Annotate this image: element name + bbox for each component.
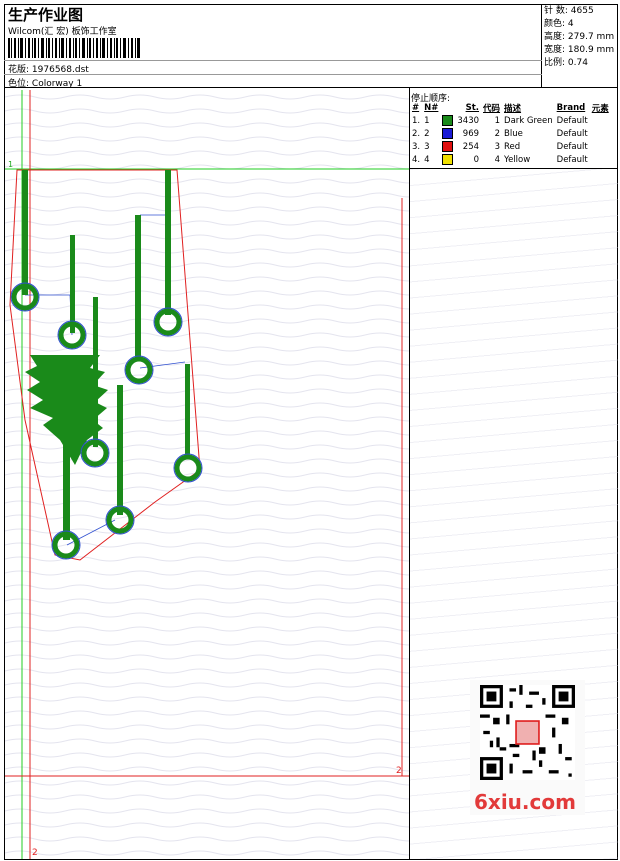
col-swatch xyxy=(440,102,455,114)
row-code: 1 xyxy=(494,115,501,126)
spec-value: 0.74 xyxy=(567,58,588,68)
header-divider xyxy=(4,87,618,88)
red-marker-label-right: 2 xyxy=(396,766,402,776)
barcode xyxy=(8,38,140,58)
row-brand: Default xyxy=(556,128,588,139)
row-stitches: 969 xyxy=(462,128,480,139)
page-title: 生产作业图 xyxy=(8,6,84,24)
table-row: 1. 1 3430 1 Dark Green Default xyxy=(410,114,611,127)
row-brand: Default xyxy=(556,141,588,152)
row-swatch xyxy=(440,127,455,140)
colorway-row: 色位: Colorway 1 xyxy=(8,76,82,89)
row-brand: Default xyxy=(556,115,588,126)
company-name: Wilcom(汇 宏) 板饰工作室 xyxy=(8,27,117,37)
row-swatch xyxy=(440,153,455,166)
watermark-site: 6xiu.com xyxy=(474,790,576,814)
color-swatch xyxy=(442,141,454,152)
stem xyxy=(135,215,141,360)
row-index: 3. xyxy=(412,141,421,152)
color-swatch xyxy=(442,154,454,165)
row-code: 4 xyxy=(494,154,501,165)
spec-colors: 颜色: 4 xyxy=(544,18,574,31)
row-brand: Default xyxy=(556,154,588,165)
thread-table-header: # N# St. 代码 描述 Brand 元素 xyxy=(410,102,611,114)
stem xyxy=(70,235,75,333)
color-swatch xyxy=(442,115,454,126)
spec-stitches: 针 数: 4655 xyxy=(544,5,594,18)
row-desc: Yellow xyxy=(504,154,531,165)
spec-scale: 比例: 0.74 xyxy=(544,57,588,70)
row-code: 3 xyxy=(494,141,501,152)
row-element xyxy=(590,114,611,127)
spec-label: 针 数: xyxy=(544,6,568,16)
spec-divider xyxy=(541,4,542,88)
row-n: 3 xyxy=(424,141,430,152)
colorway-value: Colorway 1 xyxy=(31,79,83,89)
embroidery-design-canvas xyxy=(5,90,409,859)
col-code: 代码 xyxy=(483,104,501,114)
col-stitches: St. xyxy=(465,103,480,113)
watermark: 6xiu.com xyxy=(470,680,585,815)
col-desc: 描述 xyxy=(504,104,522,114)
col-n: N# xyxy=(424,103,439,113)
spec-label: 宽度: xyxy=(544,45,566,55)
row-element xyxy=(590,140,611,153)
stem xyxy=(165,170,171,315)
table-row: 4. 4 0 4 Yellow Default xyxy=(410,153,611,166)
row-stitches: 3430 xyxy=(457,115,480,126)
spec-label: 高度: xyxy=(544,32,566,42)
row-desc: Red xyxy=(504,141,521,152)
spec-label: 比例: xyxy=(544,58,566,68)
spec-value: 279.7 mm xyxy=(567,32,615,42)
qr-code-icon xyxy=(480,685,575,780)
row-desc: Blue xyxy=(504,128,523,139)
stem xyxy=(185,364,190,459)
spec-label: 颜色: xyxy=(544,19,566,29)
design-label: 花版: xyxy=(8,65,30,75)
design-value: 1976568.dst xyxy=(31,65,89,75)
spec-value: 180.9 mm xyxy=(567,45,615,55)
col-brand: Brand xyxy=(556,103,586,113)
row-n: 2 xyxy=(424,128,430,139)
colorway-label: 色位: xyxy=(8,79,30,89)
thread-table: # N# St. 代码 描述 Brand 元素 1. 1 3430 1 Dark… xyxy=(410,102,611,166)
row-index: 2. xyxy=(412,128,421,139)
green-marker-label: 1 xyxy=(8,160,14,169)
table-row: 3. 3 254 3 Red Default xyxy=(410,140,611,153)
meta-divider xyxy=(4,60,542,61)
row-index: 1. xyxy=(412,115,421,126)
row-n: 1 xyxy=(424,115,430,126)
row-code: 2 xyxy=(494,128,501,139)
row-swatch xyxy=(440,114,455,127)
red-marker-label-bottom: 2 xyxy=(32,848,38,858)
spec-width: 宽度: 180.9 mm xyxy=(544,44,614,57)
row-index: 4. xyxy=(412,154,421,165)
table-row: 2. 2 969 2 Blue Default xyxy=(410,127,611,140)
stem xyxy=(22,170,28,295)
row-n: 4 xyxy=(424,154,430,165)
col-hash: # xyxy=(412,103,420,113)
spec-height: 高度: 279.7 mm xyxy=(544,31,614,44)
color-swatch xyxy=(442,128,454,139)
spec-value: 4655 xyxy=(570,6,594,16)
col-element: 元素 xyxy=(591,104,609,114)
row-stitches: 254 xyxy=(462,141,480,152)
row-element xyxy=(590,153,611,166)
row-desc: Dark Green xyxy=(504,115,553,126)
row-element xyxy=(590,127,611,140)
row-stitches: 0 xyxy=(473,154,480,165)
design-row: 花版: 1976568.dst xyxy=(8,62,89,75)
spec-value: 4 xyxy=(567,19,574,29)
row-swatch xyxy=(440,140,455,153)
stem xyxy=(117,385,123,515)
